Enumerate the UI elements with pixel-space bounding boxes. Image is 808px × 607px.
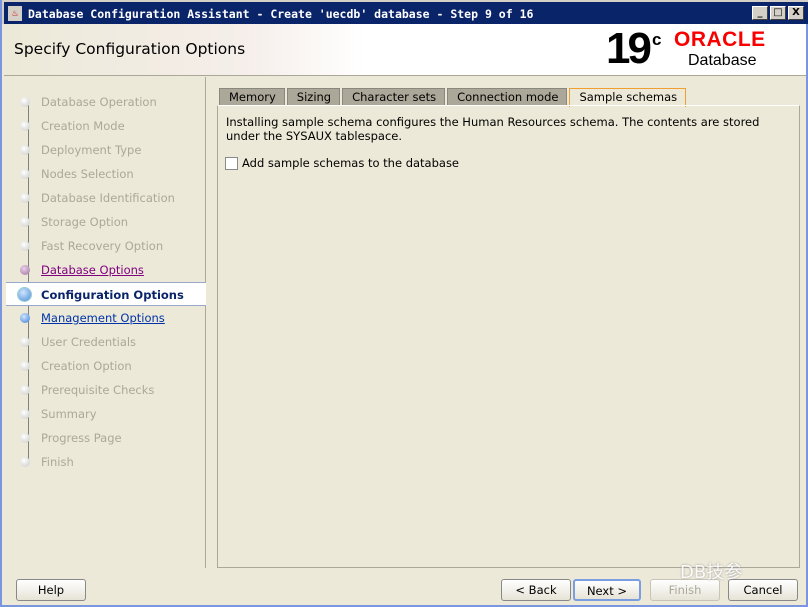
step-dot-icon — [20, 169, 30, 179]
step-dot-icon — [20, 121, 30, 131]
back-button[interactable]: < Back — [501, 579, 571, 601]
checkbox-label: Add sample schemas to the database — [242, 156, 460, 170]
oracle-logo: 19 c ORACLE Database — [606, 24, 796, 73]
step-label: Fast Recovery Option — [41, 239, 164, 253]
tab-memory[interactable]: Memory — [219, 88, 285, 106]
window-title: Database Configuration Assistant - Creat… — [28, 7, 534, 21]
close-button[interactable]: X — [788, 6, 804, 20]
next-button[interactable]: Next > — [573, 579, 641, 601]
step-database-options[interactable]: Database Options — [6, 258, 206, 282]
step-dot-icon — [20, 217, 30, 227]
tab-character-sets[interactable]: Character sets — [342, 88, 446, 106]
header: Specify Configuration Options 19 c ORACL… — [4, 24, 806, 76]
add-sample-schemas-checkbox[interactable]: Add sample schemas to the database — [225, 156, 459, 170]
step-database-identification: Database Identification — [6, 186, 206, 210]
step-nodes-selection: Nodes Selection — [6, 162, 206, 186]
step-dot-icon — [20, 409, 30, 419]
step-label: Database Operation — [41, 95, 157, 109]
step-label: Configuration Options — [41, 288, 184, 302]
tab-sizing[interactable]: Sizing — [286, 88, 341, 106]
step-dot-icon — [20, 193, 30, 203]
step-label: Progress Page — [41, 431, 122, 445]
step-progress-page: Progress Page — [6, 426, 206, 450]
checkbox-box[interactable] — [225, 156, 238, 170]
step-database-operation: Database Operation — [6, 90, 206, 114]
step-label: Database Identification — [41, 191, 175, 205]
minimize-button[interactable]: _ — [752, 6, 768, 20]
step-label: Summary — [41, 407, 97, 421]
step-label: Deployment Type — [41, 143, 142, 157]
tab-connection-mode[interactable]: Connection mode — [447, 88, 568, 106]
step-dot-icon — [20, 361, 30, 371]
step-label: User Credentials — [41, 335, 137, 349]
step-label: Creation Mode — [41, 119, 125, 133]
step-label: Creation Option — [41, 359, 132, 373]
step-dot-icon — [20, 145, 30, 155]
step-user-credentials: User Credentials — [6, 330, 206, 354]
step-configuration-options: Configuration Options — [6, 282, 206, 306]
logo-version: 19 — [606, 24, 652, 73]
step-dot-icon — [20, 457, 30, 467]
step-deployment-type: Deployment Type — [6, 138, 206, 162]
step-label: Prerequisite Checks — [41, 383, 155, 397]
help-button[interactable]: Help — [16, 579, 86, 601]
step-dot-icon — [20, 265, 30, 275]
step-fast-recovery-option: Fast Recovery Option — [6, 234, 206, 258]
step-prerequisite-checks: Prerequisite Checks — [6, 378, 206, 402]
step-creation-option: Creation Option — [6, 354, 206, 378]
page-title: Specify Configuration Options — [14, 40, 246, 58]
step-label: Finish — [41, 455, 74, 469]
step-dot-icon — [18, 288, 31, 301]
logo-suffix: c — [652, 30, 662, 49]
logo-brand: ORACLE — [674, 28, 766, 51]
description-text: Installing sample schema configures the … — [226, 115, 760, 143]
step-summary: Summary — [6, 402, 206, 426]
java-icon: ♨ — [8, 6, 22, 21]
step-storage-option: Storage Option — [6, 210, 206, 234]
step-navigation: Database Operation Creation Mode Deploymen… — [6, 77, 206, 568]
step-dot-icon — [20, 385, 30, 395]
tab-bar: Memory Sizing Character sets Connection mod… — [219, 88, 687, 107]
watermark: DB技参 — [680, 562, 743, 583]
step-dot-icon — [20, 97, 30, 107]
step-label: Nodes Selection — [41, 167, 134, 181]
step-management-options[interactable]: Management Options — [6, 306, 206, 330]
step-label: Storage Option — [41, 215, 129, 229]
tab-panel-sample-schemas: Installing sample schema configures the … — [217, 105, 800, 568]
step-dot-icon — [20, 337, 30, 347]
maximize-button[interactable]: □ — [770, 6, 786, 20]
step-label: Database Options — [41, 263, 144, 277]
step-finish: Finish — [6, 450, 206, 474]
step-dot-icon — [20, 313, 30, 323]
step-creation-mode: Creation Mode — [6, 114, 206, 138]
step-dot-icon — [20, 433, 30, 443]
step-dot-icon — [20, 241, 30, 251]
logo-product: Database — [688, 52, 757, 69]
step-label: Management Options — [41, 311, 165, 325]
title-bar: ♨ Database Configuration Assistant - Cre… — [2, 0, 808, 24]
